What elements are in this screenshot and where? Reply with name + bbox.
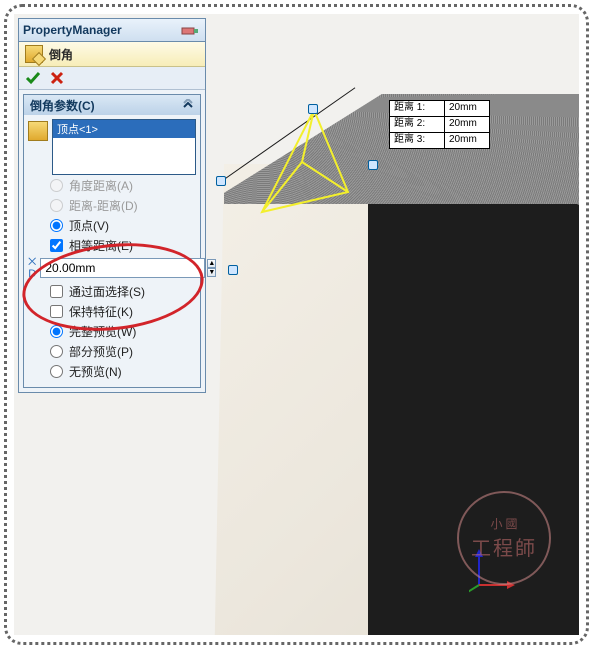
- chevron-up-icon: [182, 99, 194, 111]
- opt-through-face[interactable]: 通过面选择(S): [28, 281, 196, 301]
- selection-item[interactable]: 顶点<1>: [53, 120, 195, 138]
- pin-icon[interactable]: [179, 23, 201, 37]
- opt-keep-features[interactable]: 保持特征(K): [28, 301, 196, 321]
- radio-distance-distance: [50, 199, 63, 212]
- radio-vertex[interactable]: [50, 219, 63, 232]
- distance-icon: ྾D: [28, 256, 36, 280]
- distance-spinner[interactable]: ▲ ▼: [207, 259, 216, 277]
- dimension-callouts[interactable]: 距离 1:20mm 距离 2:20mm 距离 3:20mm: [389, 100, 490, 148]
- radio-no-preview[interactable]: [50, 365, 63, 378]
- vertex-handle[interactable]: [228, 265, 238, 275]
- spin-down[interactable]: ▼: [207, 268, 216, 277]
- opt-distance-distance: 距离-距离(D): [28, 195, 196, 215]
- radio-full-preview[interactable]: [50, 325, 63, 338]
- distance-input[interactable]: [40, 258, 205, 278]
- selection-filter-icon[interactable]: [28, 121, 48, 141]
- property-manager-panel: PropertyManager 倒角 倒角参数(C): [18, 18, 206, 393]
- opt-angle-distance: 角度距离(A): [28, 175, 196, 195]
- opt-vertex[interactable]: 顶点(V): [28, 215, 196, 235]
- feature-name: 倒角: [49, 46, 73, 63]
- check-through-face[interactable]: [50, 285, 63, 298]
- cancel-button[interactable]: [49, 70, 65, 86]
- check-equal-distance[interactable]: [50, 239, 63, 252]
- view-triad[interactable]: [469, 545, 519, 595]
- opt-full-preview[interactable]: 完整预览(W): [28, 321, 196, 341]
- feature-header: 倒角: [19, 42, 205, 67]
- pm-title: PropertyManager: [23, 23, 179, 37]
- chamfer-icon: [25, 45, 43, 63]
- vertex-handle[interactable]: [368, 160, 378, 170]
- opt-equal-distance[interactable]: 相等距离(E): [28, 235, 196, 255]
- vertex-handle[interactable]: [308, 104, 318, 114]
- group-header[interactable]: 倒角参数(C): [24, 95, 200, 115]
- selection-list[interactable]: 顶点<1>: [52, 119, 196, 175]
- ok-button[interactable]: [25, 70, 41, 86]
- radio-angle-distance: [50, 179, 63, 192]
- spin-up[interactable]: ▲: [207, 259, 216, 268]
- check-keep-features[interactable]: [50, 305, 63, 318]
- vertex-handle[interactable]: [216, 176, 226, 186]
- pm-titlebar: PropertyManager: [19, 19, 205, 42]
- opt-partial-preview[interactable]: 部分预览(P): [28, 341, 196, 361]
- radio-partial-preview[interactable]: [50, 345, 63, 358]
- opt-no-preview[interactable]: 无预览(N): [28, 361, 196, 381]
- chamfer-params-group: 倒角参数(C) 顶点<1> 角度距离(A) 距离: [23, 94, 201, 388]
